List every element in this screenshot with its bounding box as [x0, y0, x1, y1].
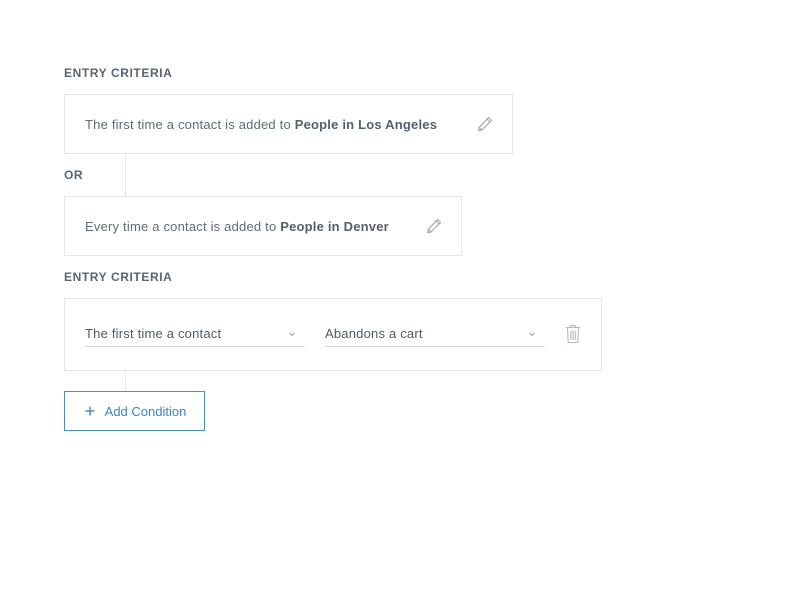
entry-criteria-page: ENTRY CRITERIA The first time a contact … — [0, 0, 800, 600]
frequency-select-value: The first time a contact — [85, 326, 222, 341]
trash-icon — [566, 324, 580, 344]
criteria-prefix: The first time a contact is added to — [85, 116, 295, 132]
chevron-down-icon — [529, 332, 535, 337]
criteria-card-denver: Every time a contact is added to People … — [64, 196, 462, 256]
criteria-list-name: People in Los Angeles — [294, 116, 438, 132]
flow-connector — [125, 154, 126, 196]
criteria-text: The first time a contact is added to Peo… — [85, 117, 437, 132]
edit-criteria-button[interactable] — [475, 114, 495, 134]
plus-icon — [85, 406, 95, 416]
frequency-select[interactable]: The first time a contact — [85, 323, 305, 347]
section-heading-entry-criteria: ENTRY CRITERIA — [64, 270, 173, 284]
chevron-down-icon — [289, 332, 295, 337]
criteria-prefix: Every time a contact is added to — [85, 218, 281, 234]
edit-criteria-button[interactable] — [424, 216, 444, 236]
or-separator: OR — [64, 168, 84, 182]
pencil-icon — [477, 116, 493, 132]
condition-card: The first time a contact Abandons a cart — [64, 298, 602, 371]
event-select[interactable]: Abandons a cart — [325, 323, 545, 347]
criteria-text: Every time a contact is added to People … — [85, 219, 389, 234]
criteria-card-los-angeles: The first time a contact is added to Peo… — [64, 94, 513, 154]
add-condition-label: Add Condition — [104, 403, 187, 419]
flow-connector — [125, 371, 126, 391]
delete-condition-button[interactable] — [565, 324, 581, 344]
add-condition-button[interactable]: Add Condition — [64, 391, 205, 431]
section-heading-entry-criteria: ENTRY CRITERIA — [64, 66, 173, 80]
criteria-list-name: People in Denver — [280, 218, 389, 234]
event-select-value: Abandons a cart — [325, 326, 423, 341]
pencil-icon — [426, 218, 442, 234]
